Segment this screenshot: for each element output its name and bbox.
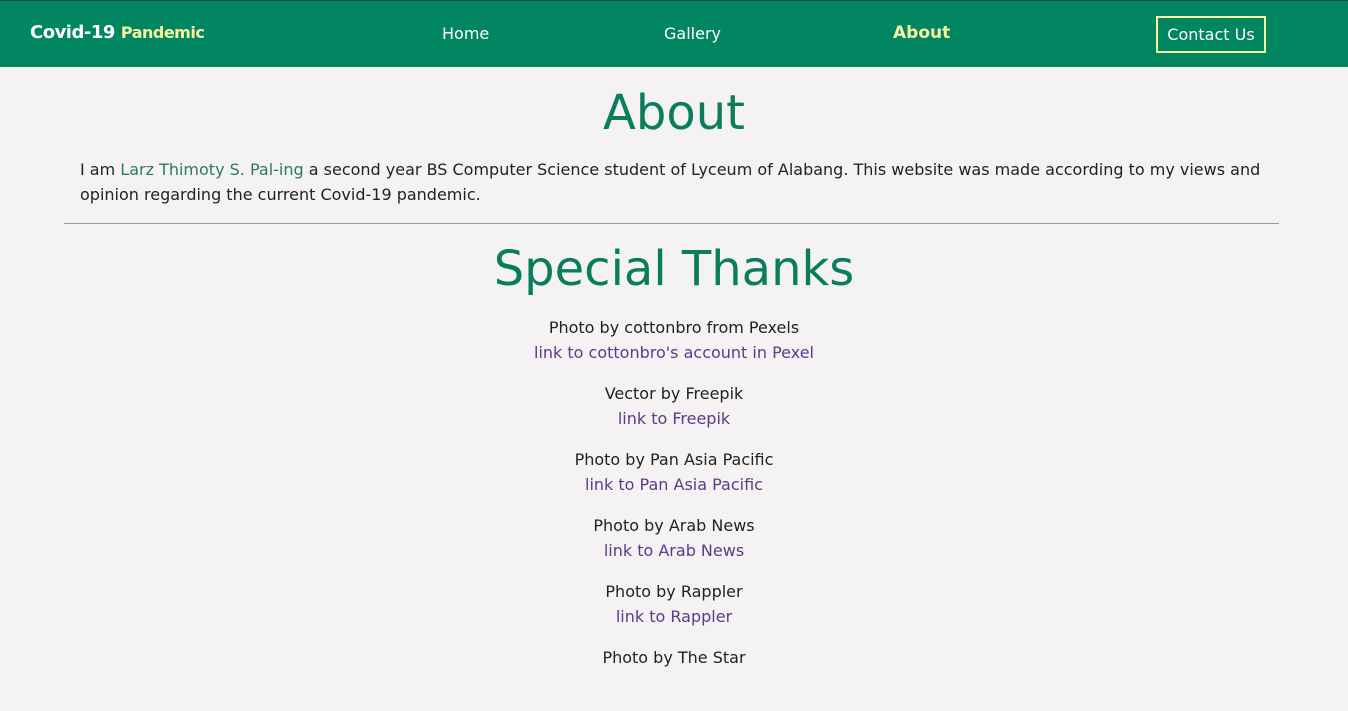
navbar: Covid-19 Pandemic Home Gallery About Cont… xyxy=(0,0,1348,67)
intro-prefix: I am xyxy=(80,160,121,179)
credit-text: Photo by Pan Asia Pacific xyxy=(574,450,774,469)
credit-text: Photo by cottonbro from Pexels xyxy=(548,318,800,337)
credit-link[interactable]: link to Pan Asia Pacific xyxy=(0,472,1348,497)
credit-item: Vector by Freepik link to Freepik xyxy=(0,381,1348,447)
intro-paragraph: I am Larz Thimoty S. Pal-ing a second ye… xyxy=(80,157,1270,207)
contact-us-button[interactable]: Contact Us xyxy=(1156,16,1266,53)
credit-link[interactable]: link to Rappler xyxy=(0,604,1348,629)
brand-accent: Pandemic xyxy=(120,23,205,42)
credit-item: Photo by The Star xyxy=(0,645,1348,711)
credit-text: Photo by Rappler xyxy=(605,582,743,601)
credit-link[interactable]: link to Freepik xyxy=(0,406,1348,431)
credit-link[interactable]: link to cottonbro's account in Pexel xyxy=(0,340,1348,365)
brand-title: Covid-19 xyxy=(30,22,115,43)
nav-about[interactable]: About xyxy=(893,23,950,43)
brand-logo[interactable]: Covid-19 Pandemic xyxy=(30,22,205,43)
credit-item: Photo by cottonbro from Pexels link to c… xyxy=(0,315,1348,381)
author-name: Larz Thimoty S. Pal-ing xyxy=(120,160,304,179)
credit-item: Photo by Arab News link to Arab News xyxy=(0,513,1348,579)
credit-item: Photo by Rappler link to Rappler xyxy=(0,579,1348,645)
special-thanks-title: Special Thanks xyxy=(493,241,855,297)
credit-item: Photo by Pan Asia Pacific link to Pan As… xyxy=(0,447,1348,513)
credit-text: Vector by Freepik xyxy=(604,384,744,403)
nav-gallery[interactable]: Gallery xyxy=(664,24,721,43)
credit-link[interactable]: link to Arab News xyxy=(0,538,1348,563)
nav-home[interactable]: Home xyxy=(442,24,489,43)
page-title: About xyxy=(603,85,745,141)
divider xyxy=(64,223,1279,224)
credit-text: Photo by Arab News xyxy=(593,516,755,535)
credits-list: Photo by cottonbro from Pexels link to c… xyxy=(0,315,1348,711)
credit-text: Photo by The Star xyxy=(602,648,746,667)
